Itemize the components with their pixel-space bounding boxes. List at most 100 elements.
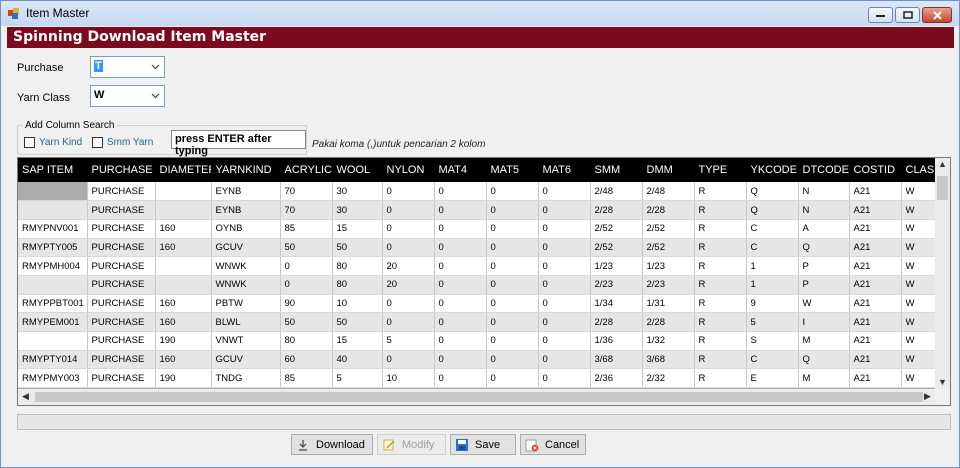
table-cell[interactable]: 0: [538, 312, 591, 332]
table-cell[interactable]: 0: [434, 219, 487, 239]
table-cell[interactable]: 0: [486, 312, 539, 332]
table-cell[interactable]: WNWK: [211, 275, 281, 295]
column-search-input[interactable]: press ENTER after typing: [171, 130, 306, 157]
table-row[interactable]: PURCHASE 190 VNWT 80 15 5 0 0 0 1/36 1/32 R S M A21 W: [18, 331, 937, 351]
table-cell[interactable]: W: [901, 256, 937, 276]
table-cell[interactable]: A21: [849, 256, 902, 276]
table-cell[interactable]: [18, 200, 88, 220]
table-cell[interactable]: W: [901, 368, 937, 389]
table-cell[interactable]: PURCHASE: [87, 275, 156, 295]
cancel-button[interactable]: Cancel: [520, 434, 586, 455]
table-cell[interactable]: [18, 182, 88, 202]
table-cell[interactable]: A21: [849, 219, 902, 239]
table-cell[interactable]: RMYPEM001: [18, 312, 88, 332]
table-cell[interactable]: 50: [332, 238, 383, 258]
table-cell[interactable]: 190: [155, 331, 212, 351]
modify-button[interactable]: Modify: [377, 434, 446, 455]
table-cell[interactable]: 0: [434, 294, 487, 314]
column-header[interactable]: DMM: [642, 158, 695, 182]
table-cell[interactable]: W: [901, 238, 937, 258]
table-cell[interactable]: R: [694, 256, 747, 276]
column-header[interactable]: PURCHASE: [87, 158, 156, 182]
table-cell[interactable]: 0: [486, 182, 539, 202]
column-header[interactable]: DIAMETER: [155, 158, 212, 182]
table-cell[interactable]: 2/28: [642, 200, 695, 220]
table-cell[interactable]: 0: [434, 275, 487, 295]
table-cell[interactable]: 0: [486, 238, 539, 258]
table-cell[interactable]: 0: [434, 331, 487, 351]
table-cell[interactable]: R: [694, 219, 747, 239]
column-header[interactable]: MAT4: [434, 158, 487, 182]
table-cell[interactable]: 80: [280, 331, 333, 351]
table-cell[interactable]: PURCHASE: [87, 200, 156, 220]
table-cell[interactable]: RMYPMH004: [18, 256, 88, 276]
table-cell[interactable]: R: [694, 350, 747, 370]
table-cell[interactable]: 0: [538, 182, 591, 202]
table-cell[interactable]: [18, 275, 88, 295]
table-cell[interactable]: C: [746, 350, 799, 370]
table-cell[interactable]: 5: [746, 312, 799, 332]
table-cell[interactable]: 5: [382, 331, 435, 351]
table-cell[interactable]: 0: [434, 350, 487, 370]
table-cell[interactable]: 0: [382, 200, 435, 220]
table-cell[interactable]: 0: [434, 256, 487, 276]
table-cell[interactable]: A21: [849, 200, 902, 220]
table-cell[interactable]: 0: [434, 200, 487, 220]
table-cell[interactable]: 2/52: [590, 238, 643, 258]
table-cell[interactable]: 0: [486, 350, 539, 370]
table-cell[interactable]: 0: [538, 294, 591, 314]
table-cell[interactable]: 80: [332, 256, 383, 276]
table-cell[interactable]: 1: [746, 256, 799, 276]
table-cell[interactable]: PBTW: [211, 294, 281, 314]
table-cell[interactable]: PURCHASE: [87, 331, 156, 351]
table-row[interactable]: PURCHASE EYNB 70 30 0 0 0 0 2/48 2/48 R Q N A21 W: [18, 182, 937, 202]
table-cell[interactable]: 9: [746, 294, 799, 314]
table-cell[interactable]: A21: [849, 368, 902, 389]
table-cell[interactable]: 0: [538, 256, 591, 276]
table-cell[interactable]: 1/23: [642, 256, 695, 276]
table-cell[interactable]: EYNB: [211, 200, 281, 220]
table-cell[interactable]: R: [694, 238, 747, 258]
table-cell[interactable]: 160: [155, 238, 212, 258]
table-cell[interactable]: GCUV: [211, 350, 281, 370]
table-cell[interactable]: 2/52: [642, 238, 695, 258]
column-header[interactable]: WOOL: [332, 158, 383, 182]
table-cell[interactable]: Q: [746, 200, 799, 220]
scroll-up-icon[interactable]: ▲: [938, 159, 947, 169]
column-header[interactable]: CLASS: [901, 158, 937, 182]
table-cell[interactable]: 0: [382, 182, 435, 202]
table-cell[interactable]: 0: [382, 294, 435, 314]
table-cell[interactable]: 50: [280, 312, 333, 332]
table-cell[interactable]: 0: [538, 368, 591, 389]
table-cell[interactable]: 5: [332, 368, 383, 389]
column-header[interactable]: YKCODE: [746, 158, 799, 182]
table-cell[interactable]: M: [798, 368, 850, 389]
vertical-scroll-thumb[interactable]: [937, 176, 948, 200]
table-cell[interactable]: P: [798, 256, 850, 276]
table-cell[interactable]: GCUV: [211, 238, 281, 258]
table-cell[interactable]: 15: [332, 331, 383, 351]
table-cell[interactable]: 60: [280, 350, 333, 370]
table-cell[interactable]: 0: [382, 350, 435, 370]
column-header[interactable]: ACRYLIC: [280, 158, 333, 182]
table-cell[interactable]: 2/48: [642, 182, 695, 202]
table-cell[interactable]: A: [798, 219, 850, 239]
table-cell[interactable]: W: [901, 312, 937, 332]
table-cell[interactable]: 0: [486, 294, 539, 314]
table-row[interactable]: RMYPNV001 PURCHASE 160 OYNB 85 15 0 0 0 0 2/52 2/52…: [18, 219, 937, 239]
table-cell[interactable]: 0: [486, 200, 539, 220]
column-header[interactable]: SMM: [590, 158, 643, 182]
table-cell[interactable]: 2/52: [590, 219, 643, 239]
table-cell[interactable]: 1/31: [642, 294, 695, 314]
table-cell[interactable]: 50: [332, 312, 383, 332]
table-cell[interactable]: PURCHASE: [87, 312, 156, 332]
table-cell[interactable]: 2/28: [590, 200, 643, 220]
horizontal-scrollbar[interactable]: ◀ ▶: [18, 389, 936, 405]
table-cell[interactable]: A21: [849, 350, 902, 370]
table-cell[interactable]: 190: [155, 368, 212, 389]
table-cell[interactable]: 0: [434, 182, 487, 202]
table-cell[interactable]: 20: [382, 256, 435, 276]
table-cell[interactable]: 90: [280, 294, 333, 314]
table-row[interactable]: RMYPMH004 PURCHASE WNWK 0 80 20 0 0 0 1/23 1/23 R 1 P…: [18, 256, 937, 276]
table-cell[interactable]: 0: [538, 238, 591, 258]
